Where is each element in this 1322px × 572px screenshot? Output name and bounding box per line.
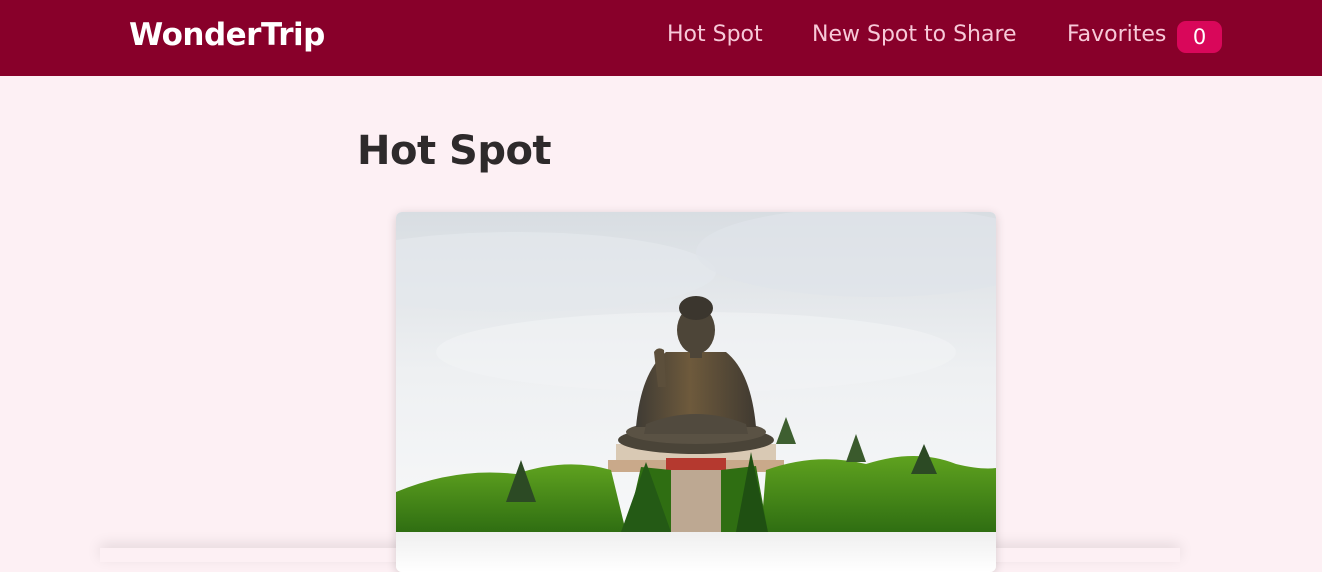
page-title: Hot Spot bbox=[357, 128, 552, 174]
spot-card[interactable] bbox=[396, 212, 996, 572]
spot-image bbox=[396, 212, 996, 532]
logo[interactable]: WonderTrip bbox=[129, 17, 325, 53]
nav-favorites[interactable]: Favorites bbox=[1067, 22, 1166, 47]
nav-hot-spot[interactable]: Hot Spot bbox=[667, 22, 763, 47]
favorites-count-badge[interactable]: 0 bbox=[1177, 21, 1222, 53]
nav-new-spot-to-share[interactable]: New Spot to Share bbox=[812, 22, 1017, 47]
top-nav-bar: WonderTrip Hot Spot New Spot to Share Fa… bbox=[0, 0, 1322, 76]
spot-card-footer bbox=[396, 532, 996, 572]
